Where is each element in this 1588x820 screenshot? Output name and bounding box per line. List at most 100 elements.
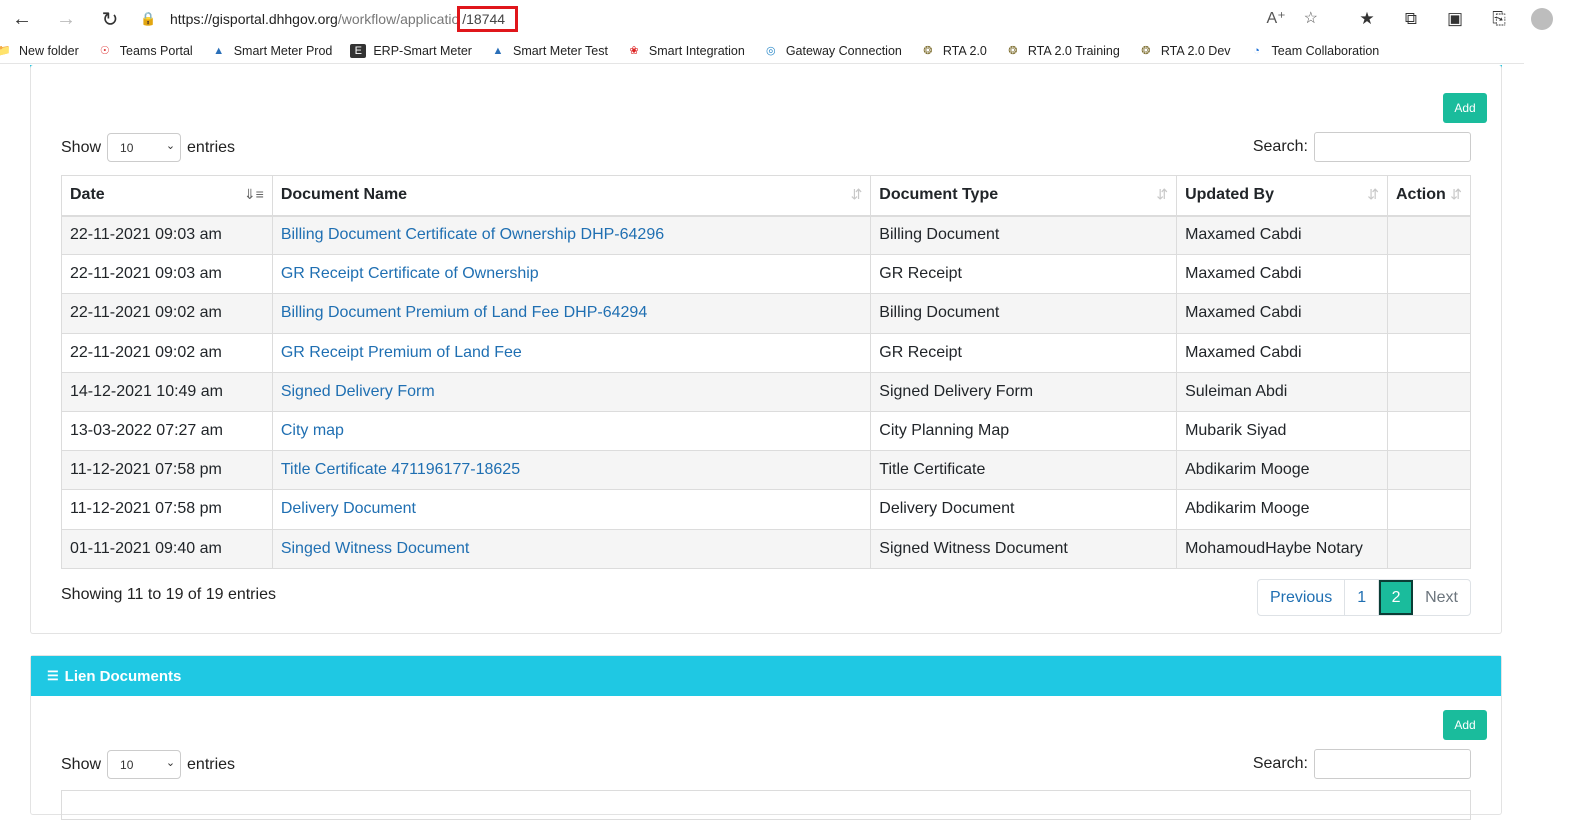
document-link[interactable]: Billing Document Certificate of Ownershi… [281, 226, 664, 243]
lien-search-input[interactable] [1314, 749, 1471, 779]
lien-page-size-control: Show 10 ⌄ entries [61, 750, 235, 779]
cell-document-name: Title Certificate 471196177-18625 [271, 450, 872, 491]
bookmark-item[interactable]: ❂ RTA 2.0 Dev [1138, 44, 1230, 58]
document-link[interactable]: GR Receipt Certificate of Ownership [281, 265, 539, 282]
lien-add-button[interactable]: Add [1443, 710, 1487, 740]
teams-icon: ☉ [99, 45, 110, 57]
bookmark-label: New folder [19, 43, 79, 58]
refresh-icon[interactable]: ↻ [88, 0, 132, 38]
crest-icon: ❂ [923, 45, 933, 57]
page-size-control: Show 10 ⌄ entries [61, 133, 235, 162]
bookmark-item[interactable]: 📁 New folder [0, 44, 79, 58]
bookmark-label: Smart Meter Prod [233, 43, 333, 58]
bookmark-item[interactable]: ☉ Teams Portal [97, 44, 193, 58]
cell-action [1386, 489, 1472, 530]
cell-updated-by: MohamoudHaybe Notary [1176, 528, 1388, 569]
search-input[interactable] [1314, 132, 1471, 162]
cell-document-name: Delivery Document [271, 489, 872, 530]
document-link[interactable]: Title Certificate 471196177-18625 [281, 461, 520, 478]
address-bar[interactable]: 🔒 https://gisportal.dhhgov.org /workflow… [128, 4, 1330, 34]
cell-document-type: Signed Delivery Form [870, 371, 1178, 412]
search-control: Search: [1253, 132, 1471, 162]
cell-action [1386, 410, 1472, 452]
url-path: /workflow/applicatio [337, 11, 460, 27]
document-link[interactable]: City map [281, 422, 344, 439]
cell-document-type: Billing Document [870, 214, 1178, 256]
column-header-action[interactable]: Action ⇵ [1386, 175, 1472, 217]
cell-date: 22-11-2021 09:02 am [61, 293, 273, 334]
cell-updated-by: Abdikarim Mooge [1176, 450, 1388, 491]
documents-table: Date ⇓≡ Document Name ⇵ Document Type ⇵ Upd… [61, 175, 1472, 569]
cell-date: 11-12-2021 07:58 pm [61, 489, 273, 530]
table-row: 22-11-2021 09:03 am Billing Document Cert… [61, 214, 1472, 256]
cell-date: 22-11-2021 09:03 am [61, 214, 273, 256]
browser-toolbar: ← → ↻ 🔒 https://gisportal.dhhgov.org /wo… [0, 0, 1553, 38]
huawei-icon: ❀ [629, 45, 639, 57]
pagination-page-1[interactable]: 1 [1345, 580, 1380, 615]
document-link[interactable]: GR Receipt Premium of Land Fee [281, 344, 522, 361]
show-label: Show [61, 138, 102, 156]
cell-updated-by: Mubarik Siyad [1176, 410, 1388, 452]
cell-document-name: Singed Witness Document [271, 528, 872, 569]
cell-document-type: Signed Witness Document [870, 528, 1178, 569]
bookmark-item[interactable]: ❀ Smart Integration [626, 44, 745, 58]
bookmark-item[interactable]: ▲ Smart Meter Test [490, 44, 608, 58]
bookmark-label: RTA 2.0 Training [1027, 43, 1120, 58]
bookmark-item[interactable]: ◔ Team Collaboration [1249, 44, 1379, 58]
document-link[interactable]: Signed Delivery Form [281, 383, 435, 400]
forward-icon[interactable]: → [44, 0, 88, 38]
document-link[interactable]: Delivery Document [281, 500, 416, 517]
collab-icon: ◔ [1253, 44, 1260, 57]
add-button[interactable]: Add [1443, 93, 1487, 123]
bookmark-label: Gateway Connection [785, 43, 902, 58]
table-row: 11-12-2021 07:58 pm Delivery Document Deli… [61, 489, 1472, 530]
cell-action [1386, 332, 1472, 373]
profile-avatar[interactable] [1531, 8, 1553, 30]
pagination-previous[interactable]: Previous [1258, 580, 1346, 615]
crest-icon: ❂ [1008, 45, 1018, 57]
collections-icon[interactable]: ⧉ [1389, 9, 1433, 29]
read-aloud-icon[interactable]: A⁺ [1267, 8, 1286, 28]
folder-icon: 📁 [0, 45, 11, 57]
bookmark-item[interactable]: E ERP-Smart Meter [350, 43, 472, 58]
cell-date: 22-11-2021 09:02 am [61, 332, 273, 373]
table-row: 11-12-2021 07:58 pm Title Certificate 471… [61, 450, 1472, 491]
favorites-icon[interactable]: ★ [1345, 9, 1389, 29]
column-header-document-name[interactable]: Document Name ⇵ [271, 175, 872, 217]
table-info: Showing 11 to 19 of 19 entries [61, 586, 276, 603]
lock-icon: 🔒 [140, 11, 157, 26]
column-header-date[interactable]: Date ⇓≡ [61, 175, 273, 217]
column-header-document-type[interactable]: Document Type ⇵ [870, 175, 1178, 217]
table-row: 22-11-2021 09:02 am Billing Document Prem… [61, 293, 1472, 334]
cell-updated-by: Abdikarim Mooge [1176, 489, 1388, 530]
document-link[interactable]: Singed Witness Document [281, 540, 470, 557]
pagination-page-2-active[interactable]: 2 [1379, 580, 1414, 615]
column-header-updated-by[interactable]: Updated By ⇵ [1176, 175, 1388, 217]
bookmark-label: Teams Portal [119, 43, 193, 58]
table-row: 13-03-2022 07:27 am City map City Planning… [61, 410, 1472, 452]
bookmark-item[interactable]: ▲ Smart Meter Prod [211, 43, 333, 58]
cell-action [1386, 254, 1472, 295]
search-label: Search: [1252, 138, 1308, 155]
cell-updated-by: Maxamed Cabdi [1176, 332, 1388, 373]
search-label: Search: [1252, 755, 1308, 772]
table-row: 22-11-2021 09:02 am GR Receipt Premium of… [61, 332, 1472, 373]
cell-document-name: Billing Document Premium of Land Fee DHP… [271, 293, 872, 334]
page-content: Add Show 10 ⌄ entries Search: Date ⇓≡ Doc… [0, 65, 1524, 820]
cell-action [1386, 528, 1472, 569]
bookmark-item[interactable]: ❂ RTA 2.0 [920, 44, 987, 58]
bookmark-item[interactable]: ❂ RTA 2.0 Training [1005, 44, 1120, 58]
lien-table-top [61, 790, 1471, 820]
lien-documents-header: ☰ Lien Documents [31, 656, 1501, 696]
pagination-next[interactable]: Next [1413, 580, 1470, 615]
document-link[interactable]: Billing Document Premium of Land Fee DHP… [281, 304, 647, 321]
bookmark-item[interactable]: ◎ Gateway Connection [763, 44, 902, 58]
cell-date: 13-03-2022 07:27 am [61, 410, 273, 452]
back-icon[interactable]: ← [0, 0, 44, 38]
sort-icon: ⇵ [850, 186, 863, 202]
cell-document-name: City map [271, 410, 872, 452]
tab-actions-icon[interactable]: ▣ [1433, 9, 1477, 29]
history-icon[interactable]: ⎘ [1477, 9, 1521, 29]
favorite-add-icon[interactable]: ☆ [1304, 8, 1318, 28]
cell-updated-by: Maxamed Cabdi [1176, 293, 1388, 334]
